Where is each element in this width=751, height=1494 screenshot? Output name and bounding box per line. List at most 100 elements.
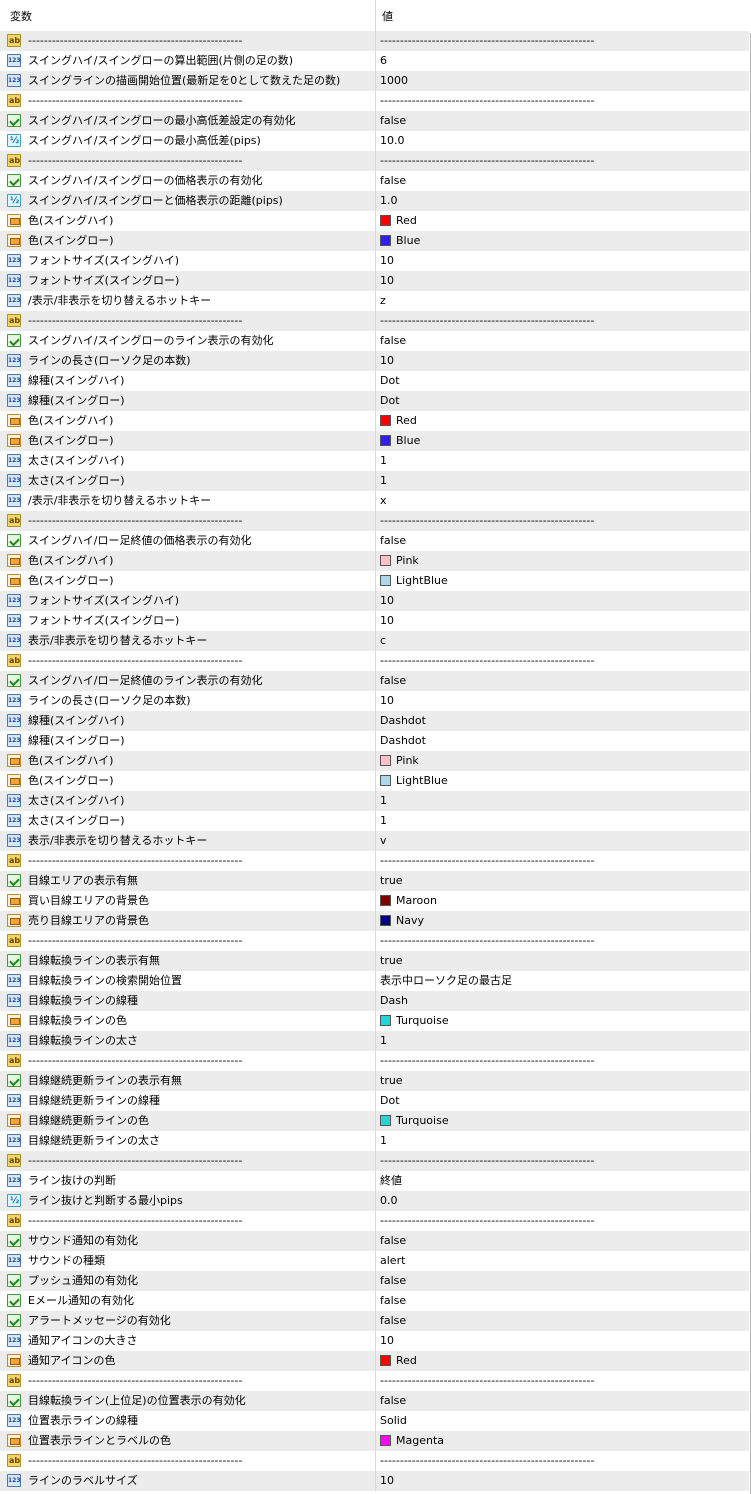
separator-row[interactable]: ----------------------------------------… <box>0 1451 749 1471</box>
parameter-value-cell[interactable]: Solid <box>376 1411 749 1431</box>
parameter-value-cell[interactable]: ----------------------------------------… <box>376 31 749 51</box>
parameter-row[interactable]: フォントサイズ(スイングロー) 10 <box>0 611 749 631</box>
parameter-row[interactable]: 目線転換ラインの検索開始位置 表示中ローソク足の最古足 <box>0 971 749 991</box>
parameter-row[interactable]: 太さ(スイングハイ) 1 <box>0 791 749 811</box>
parameter-row[interactable]: 太さ(スイングロー) 1 <box>0 811 749 831</box>
separator-row[interactable]: ----------------------------------------… <box>0 151 749 171</box>
parameter-value-cell[interactable]: Pink <box>376 751 749 771</box>
parameter-row[interactable]: Eメール通知の有効化 false <box>0 1291 749 1311</box>
parameter-row[interactable]: スイングハイ/スイングローのライン表示の有効化 false <box>0 331 749 351</box>
parameter-value-cell[interactable]: 1 <box>376 471 749 491</box>
parameter-value-cell[interactable]: Navy <box>376 911 749 931</box>
parameter-row[interactable]: 通知アイコンの色 Red <box>0 1351 749 1371</box>
parameter-value-cell[interactable]: ----------------------------------------… <box>376 1451 749 1471</box>
parameter-row[interactable]: /表示/非表示を切り替えるホットキー z <box>0 291 749 311</box>
parameter-row[interactable]: 目線転換ラインの表示有無 true <box>0 951 749 971</box>
parameter-row[interactable]: スイングハイ/ロー足終値のライン表示の有効化 false <box>0 671 749 691</box>
parameter-row[interactable]: 色(スイングロー) Blue <box>0 231 749 251</box>
parameter-row[interactable]: /表示/非表示を切り替えるホットキー x <box>0 491 749 511</box>
parameter-value-cell[interactable]: 10 <box>376 251 749 271</box>
parameter-value-cell[interactable]: 1 <box>376 1131 749 1151</box>
parameter-value-cell[interactable]: false <box>376 171 749 191</box>
parameter-row[interactable]: 買い目線エリアの背景色 Maroon <box>0 891 749 911</box>
parameter-value-cell[interactable]: 1.0 <box>376 191 749 211</box>
parameter-row[interactable]: 線種(スイングハイ) Dot <box>0 371 749 391</box>
separator-row[interactable]: ----------------------------------------… <box>0 1151 749 1171</box>
parameter-value-cell[interactable]: false <box>376 1311 749 1331</box>
parameter-row[interactable]: 目線継続更新ラインの太さ 1 <box>0 1131 749 1151</box>
parameter-value-cell[interactable]: 1 <box>376 1031 749 1051</box>
parameter-value-cell[interactable]: Dot <box>376 1091 749 1111</box>
parameter-value-cell[interactable]: 0.0 <box>376 1191 749 1211</box>
parameter-row[interactable]: 太さ(スイングハイ) 1 <box>0 451 749 471</box>
parameter-value-cell[interactable]: true <box>376 1071 749 1091</box>
parameter-row[interactable]: 色(スイングハイ) Red <box>0 211 749 231</box>
parameter-value-cell[interactable]: LightBlue <box>376 571 749 591</box>
parameter-row[interactable]: 売り目線エリアの背景色 Navy <box>0 911 749 931</box>
parameter-value-cell[interactable]: Turquoise <box>376 1011 749 1031</box>
parameter-value-cell[interactable]: 1 <box>376 791 749 811</box>
parameter-row[interactable]: 色(スイングハイ) Pink <box>0 751 749 771</box>
parameter-value-cell[interactable]: 終値 <box>376 1171 749 1191</box>
parameter-row[interactable]: 色(スイングロー) LightBlue <box>0 771 749 791</box>
parameter-value-cell[interactable]: ----------------------------------------… <box>376 1211 749 1231</box>
column-header-value[interactable]: 値 <box>376 0 749 34</box>
parameter-row[interactable]: スイングハイ/スイングローの最小高低差(pips) 10.0 <box>0 131 749 151</box>
parameter-value-cell[interactable]: 6 <box>376 51 749 71</box>
parameter-value-cell[interactable]: false <box>376 331 749 351</box>
parameter-value-cell[interactable]: 10 <box>376 351 749 371</box>
parameter-value-cell[interactable]: 10 <box>376 271 749 291</box>
parameter-row[interactable]: 線種(スイングロー) Dashdot <box>0 731 749 751</box>
parameter-value-cell[interactable]: Maroon <box>376 891 749 911</box>
parameter-value-cell[interactable]: Dot <box>376 391 749 411</box>
parameter-value-cell[interactable]: ----------------------------------------… <box>376 931 749 951</box>
parameter-row[interactable]: スイングハイ/スイングローの最小高低差設定の有効化 false <box>0 111 749 131</box>
parameter-value-cell[interactable]: Pink <box>376 551 749 571</box>
parameter-value-cell[interactable]: false <box>376 671 749 691</box>
separator-row[interactable]: ----------------------------------------… <box>0 91 749 111</box>
parameter-row[interactable]: スイングラインの描画開始位置(最新足を0として数えた足の数) 1000 <box>0 71 749 91</box>
parameter-value-cell[interactable]: Dot <box>376 371 749 391</box>
parameter-row[interactable]: サウンド通知の有効化 false <box>0 1231 749 1251</box>
parameter-value-cell[interactable]: true <box>376 951 749 971</box>
parameter-value-cell[interactable]: Dashdot <box>376 731 749 751</box>
parameter-row[interactable]: アラートメッセージの有効化 false <box>0 1311 749 1331</box>
parameter-row[interactable]: 色(スイングロー) LightBlue <box>0 571 749 591</box>
parameter-value-cell[interactable]: Red <box>376 411 749 431</box>
parameter-row[interactable]: 目線転換ライン(上位足)の位置表示の有効化 false <box>0 1391 749 1411</box>
parameter-row[interactable]: 目線継続更新ラインの線種 Dot <box>0 1091 749 1111</box>
parameter-value-cell[interactable]: Red <box>376 1351 749 1371</box>
parameter-row[interactable]: 線種(スイングハイ) Dashdot <box>0 711 749 731</box>
parameter-value-cell[interactable]: 1 <box>376 811 749 831</box>
parameter-value-cell[interactable]: 表示中ローソク足の最古足 <box>376 971 749 991</box>
parameter-value-cell[interactable]: Dash <box>376 991 749 1011</box>
parameter-value-cell[interactable]: false <box>376 1291 749 1311</box>
separator-row[interactable]: ----------------------------------------… <box>0 931 749 951</box>
separator-row[interactable]: ----------------------------------------… <box>0 1211 749 1231</box>
parameter-value-cell[interactable]: z <box>376 291 749 311</box>
parameter-row[interactable]: 色(スイングハイ) Red <box>0 411 749 431</box>
parameter-row[interactable]: フォントサイズ(スイングロー) 10 <box>0 271 749 291</box>
parameter-value-cell[interactable]: ----------------------------------------… <box>376 151 749 171</box>
parameter-value-cell[interactable]: ----------------------------------------… <box>376 511 749 531</box>
parameter-value-cell[interactable]: Red <box>376 211 749 231</box>
parameter-value-cell[interactable]: false <box>376 111 749 131</box>
separator-row[interactable]: ----------------------------------------… <box>0 1371 749 1391</box>
parameter-row[interactable]: ラインのラベルサイズ 10 <box>0 1471 749 1491</box>
parameter-row[interactable]: スイングハイ/スイングローと価格表示の距離(pips) 1.0 <box>0 191 749 211</box>
parameter-row[interactable]: ライン抜けの判断 終値 <box>0 1171 749 1191</box>
parameter-value-cell[interactable]: Magenta <box>376 1431 749 1451</box>
parameter-value-cell[interactable]: x <box>376 491 749 511</box>
parameter-row[interactable]: 目線転換ラインの色 Turquoise <box>0 1011 749 1031</box>
parameter-value-cell[interactable]: c <box>376 631 749 651</box>
parameter-value-cell[interactable]: false <box>376 531 749 551</box>
parameter-value-cell[interactable]: ----------------------------------------… <box>376 651 749 671</box>
parameter-value-cell[interactable]: ----------------------------------------… <box>376 311 749 331</box>
parameter-row[interactable]: 表示/非表示を切り替えるホットキー v <box>0 831 749 851</box>
parameter-value-cell[interactable]: Blue <box>376 431 749 451</box>
parameter-row[interactable]: サウンドの種類 alert <box>0 1251 749 1271</box>
parameter-value-cell[interactable]: Dashdot <box>376 711 749 731</box>
parameter-value-cell[interactable]: 10 <box>376 1331 749 1351</box>
parameter-value-cell[interactable]: false <box>376 1231 749 1251</box>
parameter-row[interactable]: スイングハイ/スイングローの価格表示の有効化 false <box>0 171 749 191</box>
